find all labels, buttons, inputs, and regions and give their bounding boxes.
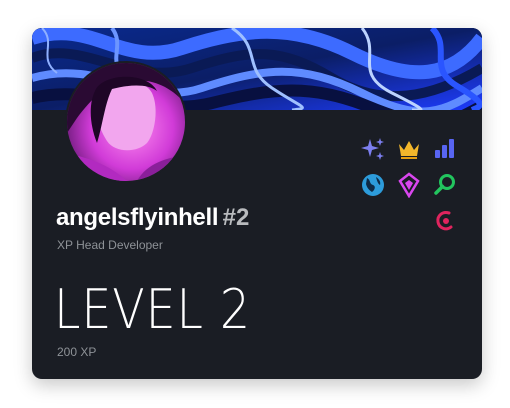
avatar-frame [65,61,187,183]
username-row: angelsflyinhell #2 [56,204,249,232]
xp-label: 200 XP [57,345,97,359]
level-text: LEVEL 2 [54,278,252,341]
swirl-icon [432,208,458,234]
magnifier-icon [432,172,458,198]
discriminator: #2 [222,204,250,231]
avatar[interactable] [67,63,185,181]
crown-icon [396,136,422,162]
gem-icon [396,172,422,198]
level-label: LEVEL 2 [54,278,251,341]
sparkles-icon [360,136,386,162]
username: angelsflyinhell [56,204,219,231]
globe-icon [360,172,386,198]
signal-bars-icon [432,136,458,162]
role-label: XP Head Developer [57,238,163,252]
profile-card: angelsflyinhell #2 XP Head Developer LEV… [32,28,482,379]
